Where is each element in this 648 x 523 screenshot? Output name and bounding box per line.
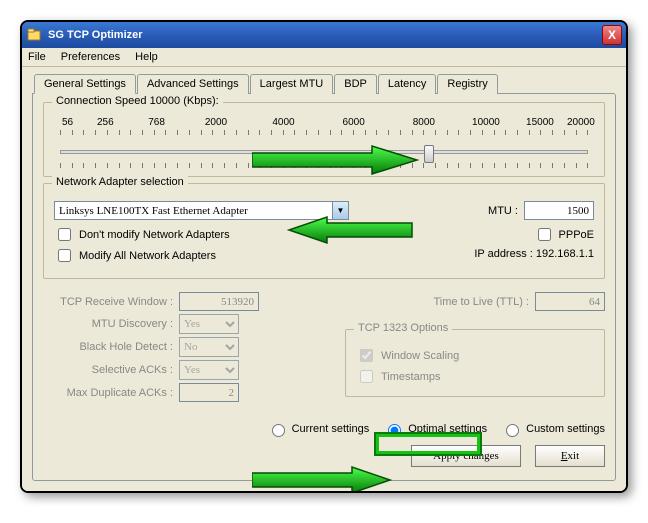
- slider-ticks-bottom: [60, 158, 588, 168]
- tab-latency[interactable]: Latency: [378, 74, 437, 94]
- group-network-adapter: Network Adapter selection ▼ MTU : Don't …: [43, 183, 605, 279]
- black-hole-label: Black Hole Detect :: [43, 341, 173, 353]
- mtu-discovery-label: MTU Discovery :: [43, 318, 173, 330]
- app-window: SG TCP Optimizer X File Preferences Help…: [20, 20, 628, 493]
- adapter-title: Network Adapter selection: [52, 176, 188, 188]
- tab-control: General Settings Advanced Settings Large…: [32, 73, 616, 481]
- black-hole-select: No: [179, 337, 239, 357]
- group-tcp1323: TCP 1323 Options Window Scaling Timestam…: [345, 329, 605, 397]
- tab-largest-mtu[interactable]: Largest MTU: [250, 74, 334, 94]
- tabstrip: General Settings Advanced Settings Large…: [34, 73, 616, 93]
- mtu-input[interactable]: [524, 201, 594, 220]
- tab-advanced[interactable]: Advanced Settings: [137, 74, 249, 94]
- apply-button[interactable]: Apply changes: [411, 445, 521, 467]
- chk-window-scaling: [360, 349, 373, 362]
- tab-registry[interactable]: Registry: [437, 74, 497, 94]
- tcp1323-title: TCP 1323 Options: [354, 322, 452, 334]
- slider-tick-labels: 56 256 768 2000 4000 6000 8000 10000 150…: [54, 117, 594, 128]
- tcp-rwin-label: TCP Receive Window :: [43, 296, 173, 308]
- menu-help[interactable]: Help: [135, 51, 158, 63]
- radio-current[interactable]: [272, 424, 285, 437]
- tab-page-general: Connection Speed 10000 (Kbps): 56 256 76…: [32, 93, 616, 481]
- menu-file[interactable]: File: [28, 51, 46, 63]
- radio-optimal[interactable]: [388, 424, 401, 437]
- group-connection-speed: Connection Speed 10000 (Kbps): 56 256 76…: [43, 102, 605, 177]
- max-dup-acks-input: [179, 383, 239, 402]
- chk-dont-modify[interactable]: [58, 228, 71, 241]
- speed-slider[interactable]: [60, 150, 588, 154]
- client-area: General Settings Advanced Settings Large…: [22, 67, 626, 491]
- slider-ticks: [60, 130, 588, 146]
- mtu-label: MTU :: [478, 205, 518, 217]
- max-dup-acks-label: Max Duplicate ACKs :: [43, 387, 173, 399]
- chk-timestamps: [360, 370, 373, 383]
- titlebar: SG TCP Optimizer X: [22, 22, 626, 48]
- chk-pppoe[interactable]: [538, 228, 551, 241]
- ttl-label: Time to Live (TTL) :: [345, 296, 529, 308]
- selective-acks-select: Yes: [179, 360, 239, 380]
- ip-address-label: IP address : 192.168.1.1: [414, 248, 594, 260]
- chevron-down-icon[interactable]: ▼: [332, 202, 348, 219]
- tab-bdp[interactable]: BDP: [334, 74, 377, 94]
- radio-custom[interactable]: [506, 424, 519, 437]
- menu-preferences[interactable]: Preferences: [61, 51, 120, 63]
- selective-acks-label: Selective ACKs :: [43, 364, 173, 376]
- adapter-select[interactable]: [54, 201, 349, 220]
- close-button[interactable]: X: [602, 25, 622, 45]
- tcp-rwin-input: [179, 292, 259, 311]
- chk-modify-all[interactable]: [58, 249, 71, 262]
- menubar: File Preferences Help: [22, 48, 626, 67]
- window-title: SG TCP Optimizer: [48, 29, 143, 41]
- ttl-input: [535, 292, 605, 311]
- exit-button[interactable]: Exit: [535, 445, 605, 467]
- app-icon: [26, 27, 42, 43]
- mtu-discovery-select: Yes: [179, 314, 239, 334]
- tab-general[interactable]: General Settings: [34, 74, 136, 94]
- conn-speed-label: Connection Speed 10000 (Kbps):: [52, 95, 223, 107]
